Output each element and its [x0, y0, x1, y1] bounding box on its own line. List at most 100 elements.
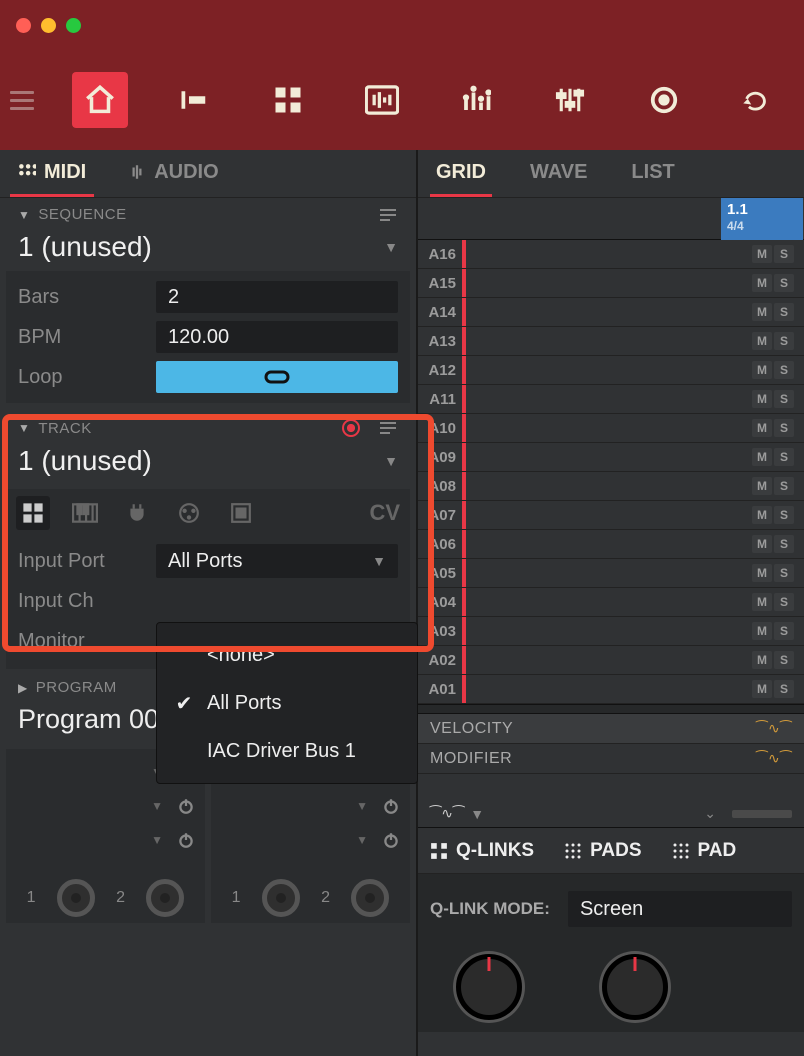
solo-button[interactable]: S [774, 419, 794, 437]
track-type-drum[interactable] [16, 496, 50, 530]
zoom-scrollbar[interactable] [732, 810, 792, 818]
list-icon[interactable] [378, 420, 398, 436]
toolbar-mode-2-button[interactable] [166, 72, 222, 128]
audio-tab[interactable]: AUDIO [120, 151, 226, 197]
window-close-button[interactable] [16, 18, 31, 33]
mute-button[interactable]: M [752, 332, 772, 350]
solo-button[interactable]: S [774, 361, 794, 379]
solo-button[interactable]: S [774, 390, 794, 408]
track-type-midi[interactable] [172, 496, 206, 530]
track-row[interactable]: A13MS [418, 327, 804, 356]
track-row[interactable]: A04MS [418, 588, 804, 617]
track-row[interactable]: A15MS [418, 269, 804, 298]
qlinks-tab[interactable]: Q-LINKS [430, 840, 534, 862]
mute-button[interactable]: M [752, 477, 772, 495]
qlink-knob-2[interactable] [602, 954, 668, 1020]
power-icon[interactable] [177, 831, 195, 849]
list-tab[interactable]: LIST [625, 151, 680, 197]
solo-button[interactable]: S [774, 680, 794, 698]
mute-button[interactable]: M [752, 622, 772, 640]
solo-button[interactable]: S [774, 477, 794, 495]
track-row[interactable]: A06MS [418, 530, 804, 559]
solo-button[interactable]: S [774, 448, 794, 466]
power-icon[interactable] [177, 797, 195, 815]
mute-button[interactable]: M [752, 390, 772, 408]
toolbar-mode-4-button[interactable] [354, 72, 410, 128]
send-knob-2[interactable] [351, 879, 389, 917]
grid-tab[interactable]: GRID [430, 151, 492, 197]
dropdown-caret-icon[interactable]: ▼ [151, 799, 163, 813]
midi-tab[interactable]: MIDI [10, 151, 94, 197]
toolbar-mode-7-button[interactable] [636, 72, 692, 128]
track-type-keys[interactable] [68, 496, 102, 530]
menu-button[interactable] [10, 86, 34, 115]
mute-button[interactable]: M [752, 448, 772, 466]
mute-button[interactable]: M [752, 274, 772, 292]
sequence-section-header[interactable]: ▼ SEQUENCE [0, 198, 416, 231]
pads-tab[interactable]: PADS [564, 840, 641, 862]
mute-button[interactable]: M [752, 564, 772, 582]
track-row[interactable]: A10MS [418, 414, 804, 443]
pad-tab[interactable]: PAD [672, 840, 737, 862]
send-knob-1[interactable] [57, 879, 95, 917]
solo-button[interactable]: S [774, 564, 794, 582]
position-indicator[interactable]: 1.1 4/4 [721, 198, 803, 240]
solo-button[interactable]: S [774, 622, 794, 640]
input-port-option-iac-bus-1[interactable]: IAC Driver Bus 1 [157, 727, 417, 775]
toolbar-mode-6-button[interactable] [542, 72, 598, 128]
automation-bar[interactable]: ⁀∿⁀ ▼ ⌄ [418, 800, 804, 828]
mute-button[interactable]: M [752, 535, 772, 553]
solo-button[interactable]: S [774, 332, 794, 350]
timeline-ruler[interactable]: 1.1 4/4 [418, 198, 804, 240]
input-port-option-all-ports[interactable]: ✔ All Ports [157, 679, 417, 727]
input-port-option-none[interactable]: <none> [157, 631, 417, 679]
record-arm-button[interactable] [342, 419, 360, 437]
track-row[interactable]: A03MS [418, 617, 804, 646]
solo-button[interactable]: S [774, 506, 794, 524]
mute-button[interactable]: M [752, 506, 772, 524]
qlink-knob-1[interactable] [456, 954, 522, 1020]
track-type-cv[interactable]: CV [369, 500, 400, 526]
track-row[interactable]: A12MS [418, 356, 804, 385]
mute-button[interactable]: M [752, 680, 772, 698]
input-port-dropdown[interactable]: All Ports ▼ [156, 544, 398, 578]
sequence-selector[interactable]: 1 (unused) ▼ [18, 231, 398, 263]
send-knob-1[interactable] [262, 879, 300, 917]
mute-button[interactable]: M [752, 593, 772, 611]
toolbar-mode-8-button[interactable] [730, 72, 786, 128]
track-row[interactable]: A05MS [418, 559, 804, 588]
dropdown-caret-icon[interactable]: ▼ [151, 833, 163, 847]
track-row[interactable]: A08MS [418, 472, 804, 501]
solo-button[interactable]: S [774, 535, 794, 553]
power-icon[interactable] [382, 797, 400, 815]
dropdown-caret-icon[interactable]: ▼ [356, 799, 368, 813]
send-knob-2[interactable] [146, 879, 184, 917]
solo-button[interactable]: S [774, 245, 794, 263]
track-type-clip[interactable] [224, 496, 258, 530]
mute-button[interactable]: M [752, 651, 772, 669]
track-row[interactable]: A16MS [418, 240, 804, 269]
track-row[interactable]: A09MS [418, 443, 804, 472]
bpm-input[interactable]: 120.00 [156, 321, 398, 353]
track-row[interactable]: A11MS [418, 385, 804, 414]
wave-tab[interactable]: WAVE [524, 151, 593, 197]
track-row[interactable]: A02MS [418, 646, 804, 675]
power-icon[interactable] [382, 831, 400, 849]
toolbar-mode-5-button[interactable] [448, 72, 504, 128]
modifier-lane-header[interactable]: MODIFIER ⁀∿⁀ [418, 744, 804, 774]
window-maximize-button[interactable] [66, 18, 81, 33]
mute-button[interactable]: M [752, 419, 772, 437]
velocity-lane-header[interactable]: VELOCITY ⁀∿⁀ [418, 714, 804, 744]
dropdown-caret-icon[interactable]: ▼ [356, 833, 368, 847]
mute-button[interactable]: M [752, 361, 772, 379]
solo-button[interactable]: S [774, 303, 794, 321]
bars-input[interactable]: 2 [156, 281, 398, 313]
track-row[interactable]: A01MS [418, 675, 804, 704]
mute-button[interactable]: M [752, 303, 772, 321]
mute-button[interactable]: M [752, 245, 772, 263]
track-type-plugin[interactable] [120, 496, 154, 530]
solo-button[interactable]: S [774, 593, 794, 611]
track-row[interactable]: A07MS [418, 501, 804, 530]
loop-toggle[interactable] [156, 361, 398, 393]
toolbar-mode-3-button[interactable] [260, 72, 316, 128]
